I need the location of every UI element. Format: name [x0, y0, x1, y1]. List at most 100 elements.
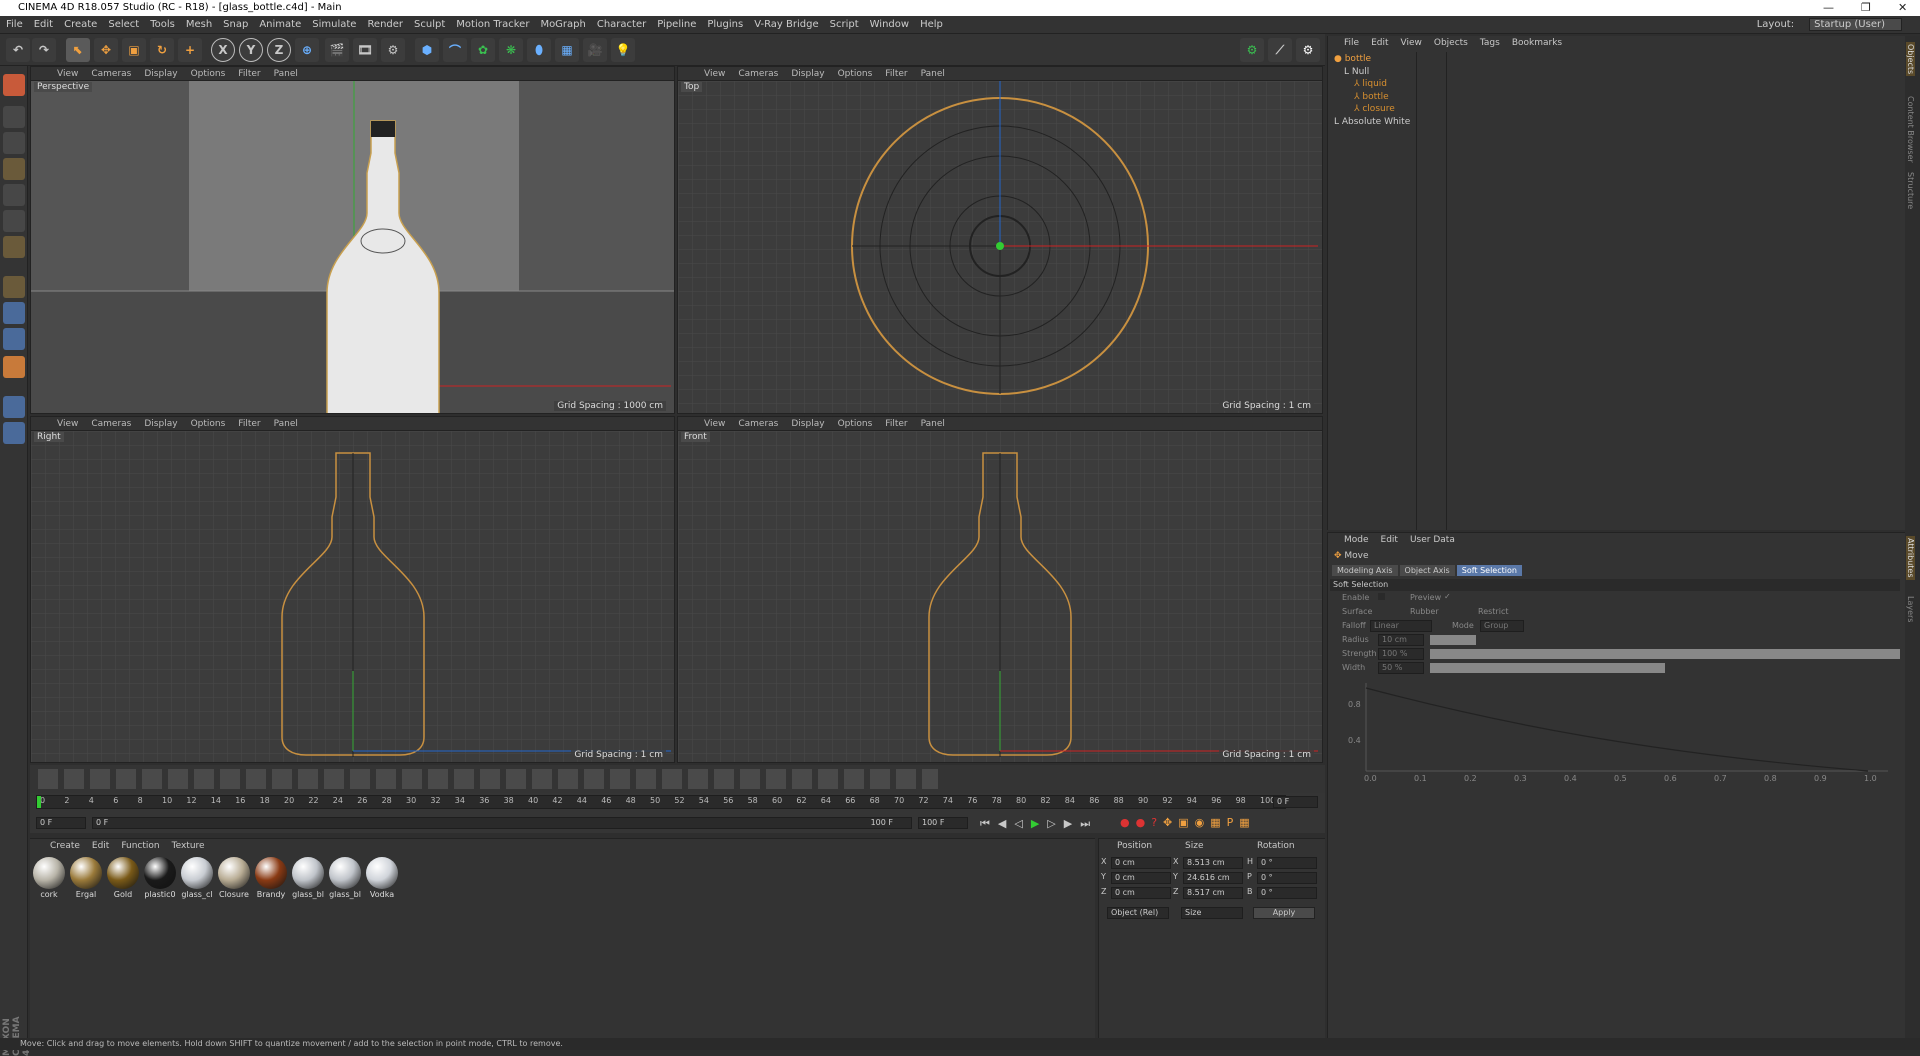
attr-mode-menu[interactable]: Mode	[1344, 535, 1369, 545]
live-selection-icon[interactable]: ⬉	[66, 38, 90, 62]
subdivision-surface-icon[interactable]: ✿	[471, 38, 495, 62]
menu-select[interactable]: Select	[108, 19, 139, 30]
move-icon[interactable]: ✥	[94, 38, 118, 62]
radius-slider[interactable]	[1430, 635, 1476, 645]
make-editable-icon[interactable]	[3, 74, 25, 96]
strength-slider[interactable]	[1430, 649, 1900, 659]
light-icon[interactable]: 💡	[611, 38, 635, 62]
obj-objects-menu[interactable]: Objects	[1434, 38, 1468, 48]
tab-modeling-axis[interactable]: Modeling Axis	[1332, 565, 1398, 576]
material-swatch[interactable]: glass_cl	[180, 857, 214, 899]
vray-options-icon[interactable]: ⟋	[1268, 38, 1292, 62]
material-swatch[interactable]: Gold	[106, 857, 140, 899]
undo-icon[interactable]: ↶	[6, 38, 30, 62]
vp-view-menu[interactable]: View	[57, 69, 78, 79]
mat-texture-menu[interactable]: Texture	[172, 841, 205, 851]
texture-mode-icon[interactable]	[3, 132, 25, 154]
menu-simulate[interactable]: Simulate	[312, 19, 356, 30]
preview-checkbox[interactable]: ✓	[1444, 592, 1451, 601]
tab-attributes-side[interactable]: Attributes	[1906, 536, 1915, 580]
rotate-icon[interactable]: ↻	[150, 38, 174, 62]
material-swatch[interactable]: Vodka	[365, 857, 399, 899]
vp-display-menu[interactable]: Display	[791, 69, 824, 79]
radius-field[interactable]: 10 cm	[1378, 634, 1424, 646]
material-swatch[interactable]: glass_bl	[291, 857, 325, 899]
menu-snap[interactable]: Snap	[223, 19, 248, 30]
array-icon[interactable]: ❋	[499, 38, 523, 62]
attr-edit-menu[interactable]: Edit	[1381, 535, 1398, 545]
vp-filter-menu[interactable]: Filter	[238, 69, 260, 79]
vp-panel-menu[interactable]: Panel	[274, 419, 298, 429]
tab-object-axis[interactable]: Object Axis	[1399, 565, 1455, 576]
rotation-field[interactable]: 0 °	[1257, 857, 1317, 869]
vp-options-menu[interactable]: Options	[838, 69, 873, 79]
pen-spline-icon[interactable]: ⌒	[443, 38, 467, 62]
layout-selector[interactable]: Layout: Startup (User)	[1757, 18, 1902, 31]
points-mode-icon[interactable]	[3, 184, 25, 206]
menu-window[interactable]: Window	[870, 19, 909, 30]
vp-cameras-menu[interactable]: Cameras	[91, 419, 131, 429]
render-view-icon[interactable]: 🎬	[325, 38, 349, 62]
material-swatch[interactable]: cork	[32, 857, 66, 899]
tab-content-browser-side[interactable]: Content Browser	[1906, 96, 1915, 163]
vp-panel-menu[interactable]: Panel	[921, 419, 945, 429]
obj-bookmarks-menu[interactable]: Bookmarks	[1512, 38, 1562, 48]
obj-file-menu[interactable]: File	[1344, 38, 1359, 48]
tab-soft-selection[interactable]: Soft Selection	[1456, 565, 1522, 576]
size-field[interactable]: 24.616 cm	[1183, 872, 1243, 884]
vp-cameras-menu[interactable]: Cameras	[91, 69, 131, 79]
tab-objects-side[interactable]: Objects	[1906, 42, 1915, 77]
menu-mesh[interactable]: Mesh	[186, 19, 212, 30]
mode-dropdown[interactable]: Group	[1480, 620, 1524, 632]
mat-edit-menu[interactable]: Edit	[92, 841, 109, 851]
tab-layers-side[interactable]: Layers	[1906, 596, 1915, 622]
layout-value[interactable]: Startup (User)	[1809, 18, 1902, 31]
menu-sculpt[interactable]: Sculpt	[414, 19, 445, 30]
obj-view-menu[interactable]: View	[1401, 38, 1422, 48]
vp-filter-menu[interactable]: Filter	[885, 69, 907, 79]
menu-plugins[interactable]: Plugins	[707, 19, 743, 30]
close-icon[interactable]: ✕	[1898, 0, 1907, 16]
material-swatch[interactable]: Closure	[217, 857, 251, 899]
vp-view-menu[interactable]: View	[704, 69, 725, 79]
camera-icon[interactable]: 🎥	[583, 38, 607, 62]
menu-animate[interactable]: Animate	[259, 19, 301, 30]
minimize-icon[interactable]: —	[1823, 0, 1834, 16]
material-swatch[interactable]: Ergal	[69, 857, 103, 899]
range-slider[interactable]: 0 F 100 F	[92, 817, 912, 829]
x-axis-lock-button[interactable]: X	[211, 38, 235, 62]
model-mode-icon[interactable]	[3, 106, 25, 128]
start-frame-field[interactable]: 0 F	[36, 817, 86, 829]
position-field[interactable]: 0 cm	[1111, 887, 1171, 899]
material-swatch[interactable]: plastic0	[143, 857, 177, 899]
scale-icon[interactable]: ▣	[122, 38, 146, 62]
vp-display-menu[interactable]: Display	[791, 419, 824, 429]
viewport-right[interactable]: View Cameras Display Options Filter Panel Rig…	[30, 416, 675, 763]
polygons-mode-icon[interactable]	[3, 236, 25, 258]
workplane-lock-icon[interactable]	[3, 356, 25, 378]
tab-structure-side[interactable]: Structure	[1906, 172, 1915, 209]
floor-icon[interactable]: ▦	[555, 38, 579, 62]
menu-character[interactable]: Character	[597, 19, 646, 30]
vp-cameras-menu[interactable]: Cameras	[738, 419, 778, 429]
y-axis-lock-button[interactable]: Y	[239, 38, 263, 62]
restore-icon[interactable]: ❐	[1861, 0, 1871, 16]
cube-primitive-icon[interactable]: ⬢	[415, 38, 439, 62]
end-frame-field[interactable]: 100 F	[918, 817, 968, 829]
deformer-icon[interactable]: ⬮	[527, 38, 551, 62]
apply-button[interactable]: Apply	[1253, 907, 1315, 919]
vp-cameras-menu[interactable]: Cameras	[738, 69, 778, 79]
edges-mode-icon[interactable]	[3, 210, 25, 232]
vp-display-menu[interactable]: Display	[144, 419, 177, 429]
vray-settings-icon[interactable]: ⚙	[1296, 38, 1320, 62]
width-field[interactable]: 50 %	[1378, 662, 1424, 674]
viewport-top[interactable]: View Cameras Display Options Filter Panel Top…	[677, 66, 1323, 414]
size-field[interactable]: 8.513 cm	[1183, 857, 1243, 869]
axis-mode-icon[interactable]	[3, 276, 25, 298]
solo-view-icon[interactable]	[3, 396, 25, 418]
vp-options-menu[interactable]: Options	[191, 419, 226, 429]
falloff-dropdown[interactable]: Linear	[1370, 620, 1432, 632]
strength-field[interactable]: 100 %	[1378, 648, 1424, 660]
menu-create[interactable]: Create	[64, 19, 97, 30]
obj-tags-menu[interactable]: Tags	[1480, 38, 1500, 48]
